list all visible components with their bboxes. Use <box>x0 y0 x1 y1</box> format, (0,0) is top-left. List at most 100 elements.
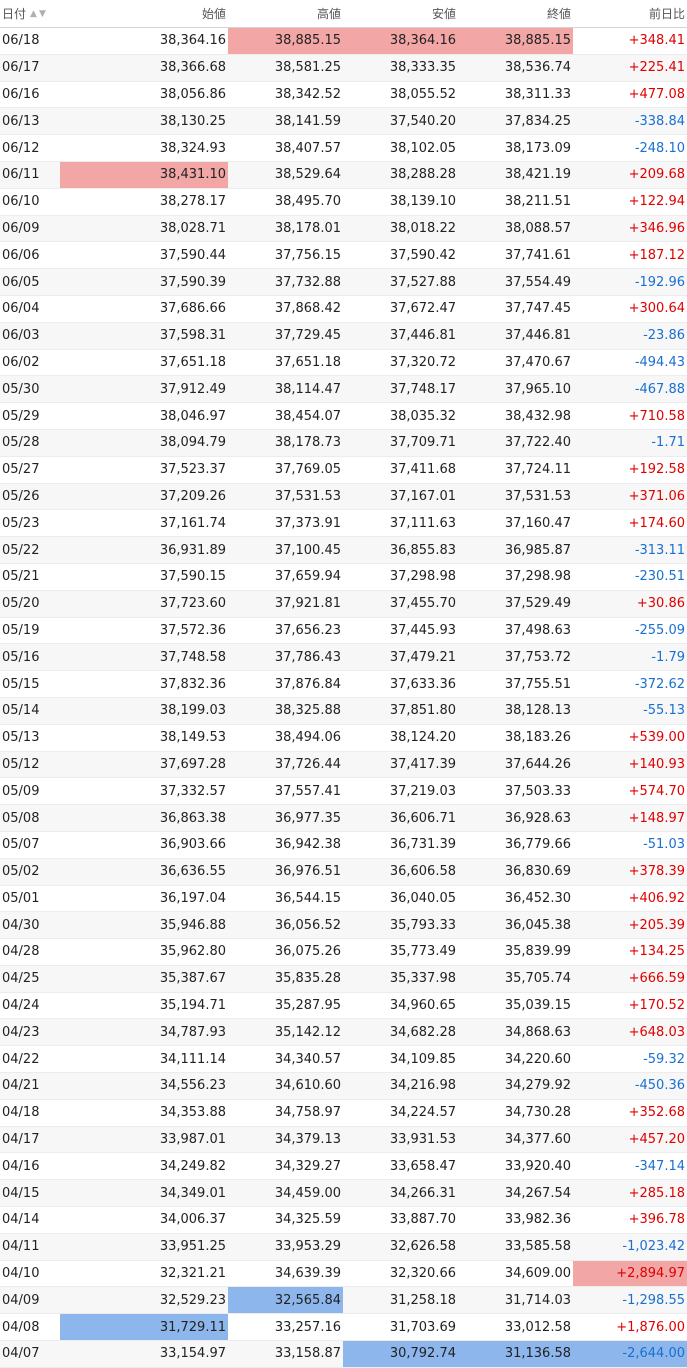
cell-open: 38,431.10 <box>60 161 228 188</box>
cell-date: 05/08 <box>2 810 40 826</box>
cell-close: 37,298.98 <box>504 569 571 585</box>
header-high[interactable]: 高値 <box>228 0 343 27</box>
cell-high: 37,921.81 <box>274 596 341 612</box>
cell-open: 37,697.28 <box>159 756 226 772</box>
cell-change: -23.86 <box>643 328 685 344</box>
table-row: 06/06 37,590.44 37,756.15 37,590.42 37,741.6… <box>0 242 687 270</box>
cell-change: -1,023.42 <box>622 1239 685 1255</box>
cell-low: 35,337.98 <box>389 971 456 987</box>
sort-up-icon[interactable]: ▲ <box>30 9 37 19</box>
cell-high: 36,544.15 <box>274 890 341 906</box>
cell-change: -494.43 <box>634 354 685 370</box>
cell-high: 38,885.15 <box>228 28 343 54</box>
cell-date: 05/26 <box>2 488 40 504</box>
cell-low: 35,773.49 <box>389 944 456 960</box>
cell-low: 37,527.88 <box>389 274 456 290</box>
cell-high: 37,876.84 <box>274 676 341 692</box>
table-row: 06/03 37,598.31 37,729.45 37,446.81 37,446.8… <box>0 322 687 350</box>
cell-change: +710.58 <box>628 408 685 424</box>
cell-low: 38,018.22 <box>389 220 456 236</box>
table-row: 05/14 38,199.03 38,325.88 37,851.80 38,128.1… <box>0 697 687 725</box>
table-row: 06/11 38,431.10 38,529.64 38,288.28 38,421.1… <box>0 161 687 189</box>
table-row: 06/18 38,364.16 38,885.15 38,364.16 38,885.1… <box>0 28 687 55</box>
cell-close: 33,012.58 <box>504 1319 571 1335</box>
table-row: 05/22 36,931.89 37,100.45 36,855.83 36,985.8… <box>0 537 687 564</box>
cell-close: 37,446.81 <box>504 328 571 344</box>
cell-change: +192.58 <box>628 462 685 478</box>
cell-date: 05/07 <box>2 837 40 853</box>
cell-open: 36,197.04 <box>159 890 226 906</box>
cell-date: 04/09 <box>2 1292 40 1308</box>
cell-high: 38,407.57 <box>274 140 341 156</box>
cell-change: -230.51 <box>634 569 685 585</box>
cell-low: 36,731.39 <box>389 837 456 853</box>
cell-high: 34,610.60 <box>274 1078 341 1094</box>
cell-change: -313.11 <box>634 542 685 558</box>
cell-close: 37,753.72 <box>504 649 571 665</box>
table-row: 05/26 37,209.26 37,531.53 37,167.01 37,531.5… <box>0 483 687 511</box>
header-low[interactable]: 安値 <box>343 0 458 27</box>
table-row: 05/21 37,590.15 37,659.94 37,298.98 37,298.9… <box>0 564 687 591</box>
cell-change: +174.60 <box>628 515 685 531</box>
cell-change: +406.92 <box>628 890 685 906</box>
cell-close: 33,585.58 <box>504 1239 571 1255</box>
cell-close: 38,536.74 <box>504 60 571 76</box>
cell-change: -2,644.00 <box>573 1341 687 1367</box>
cell-low: 37,709.71 <box>389 435 456 451</box>
cell-low: 38,055.52 <box>389 86 456 102</box>
cell-high: 37,786.43 <box>274 649 341 665</box>
header-open[interactable]: 始値 <box>60 0 228 27</box>
cell-low: 36,040.05 <box>389 890 456 906</box>
table-row: 05/12 37,697.28 37,726.44 37,417.39 37,644.2… <box>0 751 687 779</box>
cell-change: -59.32 <box>643 1051 685 1067</box>
cell-low: 35,793.33 <box>389 917 456 933</box>
cell-high: 37,373.91 <box>274 515 341 531</box>
cell-low: 30,792.74 <box>343 1341 458 1367</box>
table-row: 05/29 38,046.97 38,454.07 38,035.32 38,432.9… <box>0 403 687 430</box>
cell-date: 04/30 <box>2 917 40 933</box>
cell-low: 38,288.28 <box>389 167 456 183</box>
cell-open: 37,651.18 <box>159 354 226 370</box>
cell-date: 05/13 <box>2 730 40 746</box>
table-row: 04/10 32,321.21 34,639.39 32,320.66 34,609.0… <box>0 1260 687 1288</box>
cell-open: 38,149.53 <box>159 730 226 746</box>
cell-close: 33,920.40 <box>504 1158 571 1174</box>
cell-open: 38,130.25 <box>159 113 226 129</box>
sort-down-icon[interactable]: ▼ <box>39 9 46 19</box>
header-change[interactable]: 前日比 <box>573 0 687 27</box>
table-body: 06/18 38,364.16 38,885.15 38,364.16 38,885.1… <box>0 28 687 1368</box>
table-row: 05/16 37,748.58 37,786.43 37,479.21 37,753.7… <box>0 644 687 672</box>
cell-change: +134.25 <box>628 944 685 960</box>
header-date[interactable]: 日付 ▲ ▼ <box>0 0 60 27</box>
cell-close: 36,452.30 <box>504 890 571 906</box>
cell-date: 04/23 <box>2 1024 40 1040</box>
cell-date: 06/03 <box>2 328 40 344</box>
cell-high: 38,529.64 <box>274 167 341 183</box>
cell-low: 38,124.20 <box>389 730 456 746</box>
cell-high: 37,729.45 <box>274 328 341 344</box>
cell-change: +2,894.97 <box>573 1260 687 1287</box>
cell-close: 35,039.15 <box>504 998 571 1014</box>
cell-high: 38,454.07 <box>274 408 341 424</box>
cell-close: 38,432.98 <box>504 408 571 424</box>
cell-low: 38,035.32 <box>389 408 456 424</box>
cell-high: 36,075.26 <box>274 944 341 960</box>
cell-open: 34,249.82 <box>159 1158 226 1174</box>
sort-arrows[interactable]: ▲ ▼ <box>30 9 46 19</box>
table-row: 04/18 34,353.88 34,758.97 34,224.57 34,730.2… <box>0 1100 687 1127</box>
cell-open: 36,931.89 <box>159 542 226 558</box>
cell-open: 38,056.86 <box>159 86 226 102</box>
cell-open: 37,832.36 <box>159 676 226 692</box>
cell-date: 04/16 <box>2 1158 40 1174</box>
cell-close: 37,531.53 <box>504 488 571 504</box>
cell-date: 06/17 <box>2 60 40 76</box>
cell-high: 37,656.23 <box>274 622 341 638</box>
cell-low: 37,445.93 <box>389 622 456 638</box>
cell-open: 38,324.93 <box>159 140 226 156</box>
cell-close: 34,730.28 <box>504 1105 571 1121</box>
table-row: 04/14 34,006.37 34,325.59 33,887.70 33,982.3… <box>0 1207 687 1234</box>
table-row: 05/27 37,523.37 37,769.05 37,411.68 37,724.1… <box>0 457 687 484</box>
header-close[interactable]: 終値 <box>458 0 573 27</box>
cell-date: 04/15 <box>2 1185 40 1201</box>
cell-open: 32,321.21 <box>159 1266 226 1282</box>
